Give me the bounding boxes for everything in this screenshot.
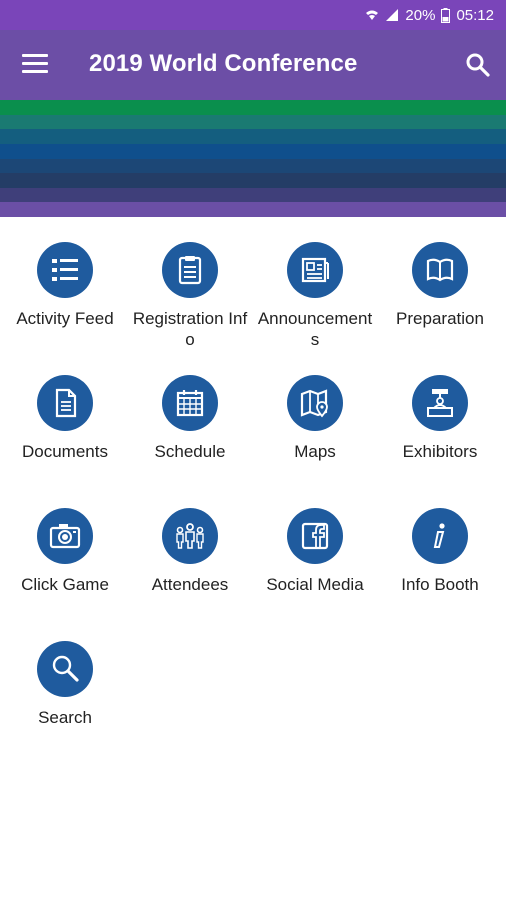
tile-label: Preparation: [396, 309, 484, 328]
document-icon: [37, 375, 93, 431]
status-bar: 20% 05:12: [0, 0, 506, 30]
tile-exhibitors[interactable]: Exhibitors: [377, 375, 503, 462]
tile-click-game[interactable]: Click Game: [2, 508, 128, 595]
calendar-icon: [162, 375, 218, 431]
search-icon[interactable]: [465, 52, 491, 78]
tile-maps[interactable]: Maps: [252, 375, 378, 462]
info-icon: [412, 508, 468, 564]
app-title: 2019 World Conference: [89, 50, 358, 77]
tile-label: Search: [38, 708, 92, 727]
banner-image: [0, 100, 506, 218]
banner-stripe: [0, 187, 506, 203]
tile-announcements[interactable]: Announcements: [252, 242, 378, 350]
banner-stripe: [0, 202, 506, 218]
camera-icon: [37, 508, 93, 564]
tile-attendees[interactable]: Attendees: [127, 508, 253, 595]
tile-schedule[interactable]: Schedule: [127, 375, 253, 462]
banner-stripe: [0, 143, 506, 159]
banner-stripe: [0, 114, 506, 130]
tile-search[interactable]: Search: [2, 641, 128, 728]
magnifier-icon: [37, 641, 93, 697]
tile-preparation[interactable]: Preparation: [377, 242, 503, 329]
tile-label: Schedule: [154, 442, 226, 461]
people-icon: [162, 508, 218, 564]
tile-documents[interactable]: Documents: [2, 375, 128, 462]
hamburger-menu-icon[interactable]: [22, 54, 48, 76]
tile-activity-feed[interactable]: Activity Feed: [2, 242, 128, 329]
banner-stripe: [0, 158, 506, 174]
app-bar: 2019 World Conference: [0, 30, 506, 100]
banner-stripe: [0, 100, 506, 115]
banner-stripe: [0, 173, 506, 189]
tile-label: Documents: [22, 442, 108, 461]
book-icon: [412, 242, 468, 298]
tile-label: Info Booth: [401, 575, 479, 594]
facebook-icon: [287, 508, 343, 564]
tile-label: Registration Info: [132, 309, 248, 349]
tile-label: Maps: [294, 442, 336, 461]
booth-icon: [412, 375, 468, 431]
clipboard-icon: [162, 242, 218, 298]
list-icon: [37, 242, 93, 298]
tile-label: Activity Feed: [16, 309, 114, 328]
tile-label: Click Game: [21, 575, 109, 594]
map-icon: [287, 375, 343, 431]
battery-icon: [441, 7, 451, 23]
tile-label: Exhibitors: [402, 442, 478, 461]
battery-percent: 20%: [405, 6, 436, 24]
tile-info-booth[interactable]: Info Booth: [377, 508, 503, 595]
newspaper-icon: [287, 242, 343, 298]
tile-social-media[interactable]: Social Media: [252, 508, 378, 595]
wifi-icon: [366, 10, 379, 20]
tile-label: Announcements: [257, 309, 373, 349]
tile-label: Social Media: [266, 575, 364, 594]
banner-stripe: [0, 129, 506, 145]
clock: 05:12: [456, 6, 494, 24]
tile-label: Attendees: [151, 575, 229, 594]
tile-registration-info[interactable]: Registration Info: [127, 242, 253, 350]
signal-icon: [386, 9, 399, 21]
